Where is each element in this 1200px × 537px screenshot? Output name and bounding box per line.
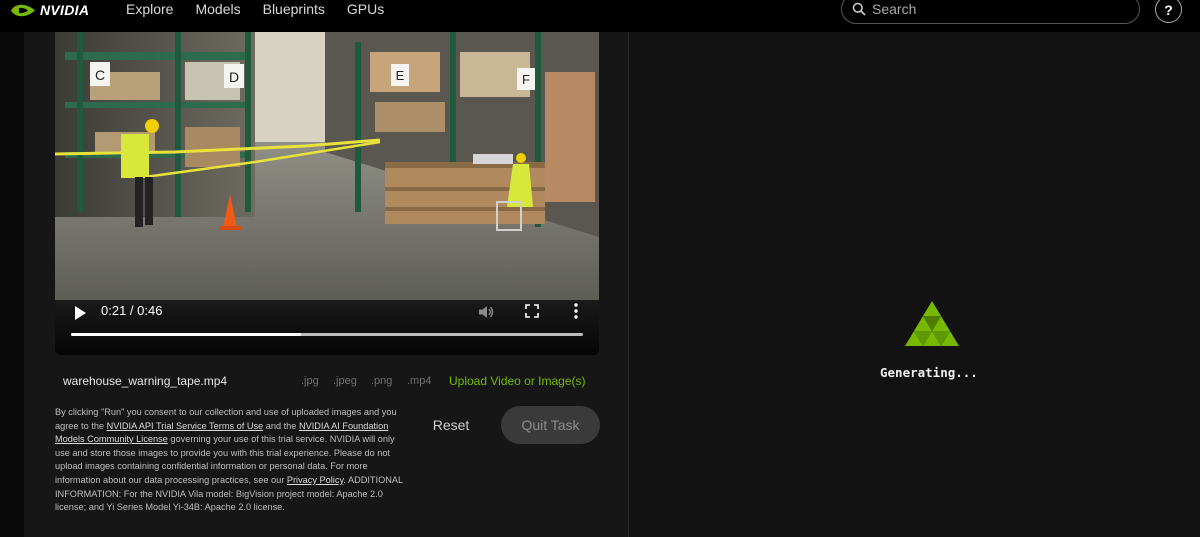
nav-link-models[interactable]: Models: [195, 1, 240, 17]
volume-icon[interactable]: [478, 304, 494, 320]
generating-spinner-icon: [905, 301, 959, 346]
reset-button[interactable]: Reset: [416, 408, 486, 442]
nvidia-logo[interactable]: NVIDIA: [10, 1, 89, 19]
nav-links: Explore Models Blueprints GPUs: [126, 1, 406, 17]
more-options-icon[interactable]: [573, 302, 579, 320]
nvidia-eye-icon: [11, 4, 35, 16]
consent-part-2: and the: [263, 420, 299, 431]
quit-task-button[interactable]: Quit Task: [501, 406, 600, 444]
search-placeholder: Search: [872, 1, 917, 17]
video-progress-fill: [71, 333, 302, 336]
video-frame: C D E F: [55, 32, 599, 302]
nav-link-explore[interactable]: Explore: [126, 1, 173, 17]
fullscreen-icon[interactable]: [525, 304, 539, 318]
terms-of-use-link[interactable]: NVIDIA API Trial Service Terms of Use: [107, 421, 264, 431]
generating-status: Generating...: [880, 365, 978, 380]
video-seek-bar[interactable]: [71, 333, 583, 336]
output-panel: [630, 32, 1200, 537]
aisle-sign-c: C: [95, 67, 105, 83]
format-jpeg: .jpeg: [333, 375, 357, 387]
help-button[interactable]: ?: [1155, 0, 1182, 23]
play-icon[interactable]: [73, 305, 87, 321]
search-icon: [852, 2, 866, 16]
brand-name: NVIDIA: [40, 2, 90, 18]
format-mp4: .mp4: [407, 375, 432, 387]
aisle-sign-d: D: [229, 69, 239, 85]
video-player[interactable]: C D E F 0:21 / 0:46: [55, 32, 599, 355]
video-time: 0:21 / 0:46: [101, 303, 163, 318]
search-input[interactable]: Search: [841, 0, 1140, 24]
upload-link[interactable]: Upload Video or Image(s): [449, 374, 586, 388]
file-row: warehouse_warning_tape.mp4 .jpg .jpeg .p…: [55, 367, 599, 395]
aisle-sign-e: E: [396, 68, 405, 83]
left-rail: [0, 32, 24, 537]
nav-link-blueprints[interactable]: Blueprints: [263, 1, 325, 17]
format-jpg: .jpg: [301, 375, 319, 387]
file-name: warehouse_warning_tape.mp4: [63, 374, 228, 388]
top-nav: NVIDIA Explore Models Blueprints GPUs Se…: [0, 0, 1200, 32]
consent-text: By clicking "Run" you consent to our col…: [55, 406, 407, 515]
aisle-sign-f: F: [522, 72, 530, 87]
privacy-policy-link[interactable]: Privacy Policy: [287, 475, 344, 485]
nav-link-gpus[interactable]: GPUs: [347, 1, 384, 17]
format-png: .png: [371, 375, 393, 387]
